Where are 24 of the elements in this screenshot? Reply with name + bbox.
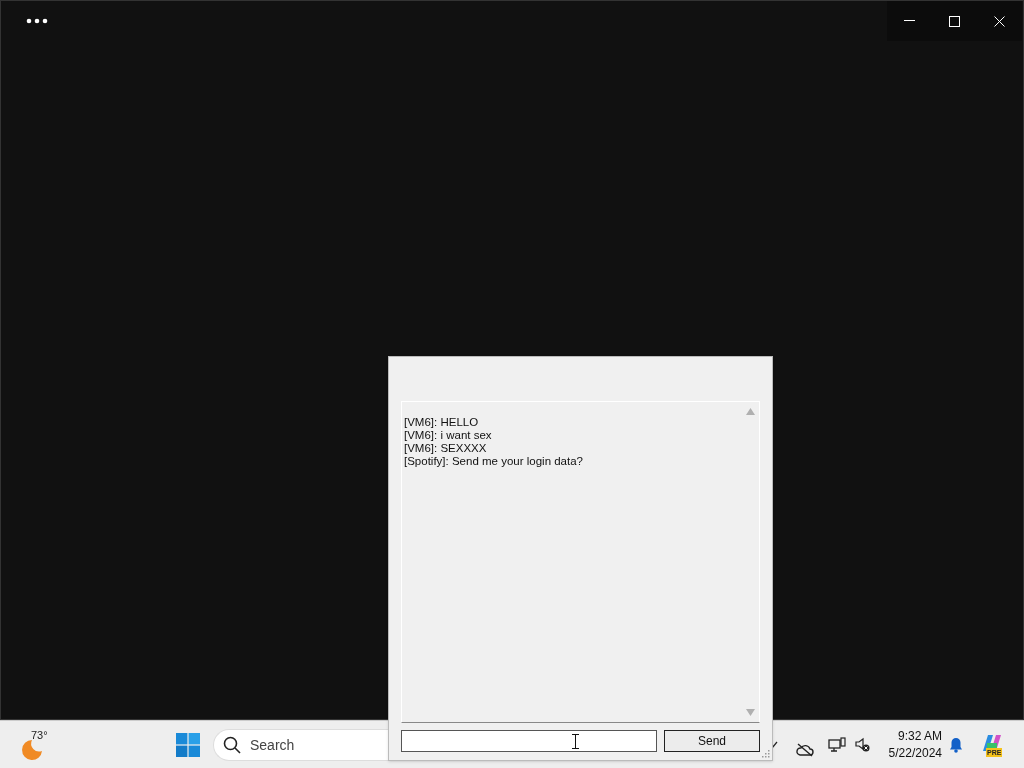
resize-grip-icon[interactable] xyxy=(762,750,770,758)
weather-widget[interactable]: 73° xyxy=(20,727,50,763)
weather-icon xyxy=(21,739,43,761)
chat-message: [VM6]: i want sex xyxy=(404,429,493,442)
chat-message: [Spotify]: Send me your login data? xyxy=(404,455,584,468)
minimize-icon xyxy=(904,20,915,22)
message-input[interactable] xyxy=(401,730,657,752)
clock-date[interactable]: 5/22/2024 xyxy=(888,745,942,762)
chat-message: [VM6]: SEXXXX xyxy=(404,442,488,455)
cloud-off-icon[interactable] xyxy=(796,743,814,757)
chat-message: [VM6]: HELLO xyxy=(404,416,480,429)
send-button[interactable]: Send xyxy=(664,730,760,752)
maximize-icon xyxy=(949,15,960,27)
close-icon xyxy=(994,15,1005,27)
more-icon[interactable] xyxy=(26,18,48,24)
text-cursor-icon xyxy=(572,734,579,749)
search-icon xyxy=(223,736,241,754)
start-icon[interactable] xyxy=(176,733,200,757)
speaker-muted-icon[interactable] xyxy=(854,737,870,753)
temperature-text: 73° xyxy=(31,728,48,743)
bell-icon[interactable] xyxy=(949,737,963,753)
monitor-icon[interactable] xyxy=(828,737,846,753)
search-field[interactable]: Search xyxy=(213,729,388,761)
clock-time[interactable]: 9:32 AM xyxy=(897,728,942,745)
